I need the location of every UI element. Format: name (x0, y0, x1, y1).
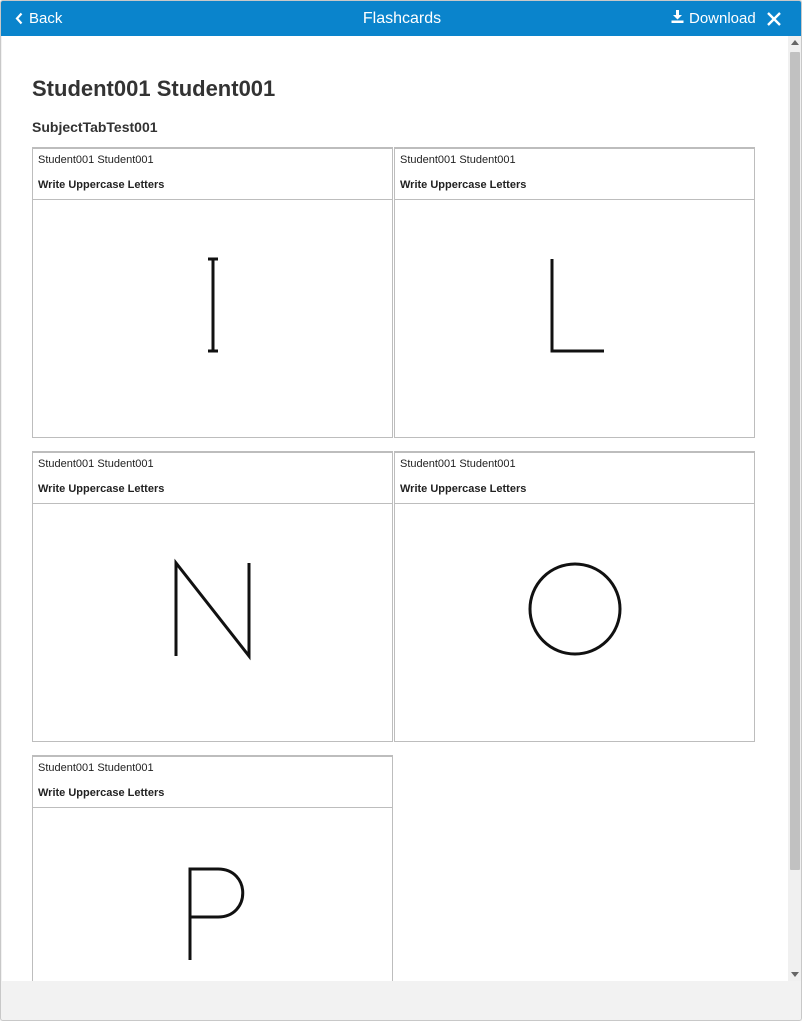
flashcard-letter-area (33, 808, 392, 981)
flashcard-task: Write Uppercase Letters (400, 483, 527, 495)
flashcard-letter-area (33, 200, 392, 437)
flashcard: Student001 Student001 Write Uppercase Le… (32, 755, 393, 981)
flashcard-student: Student001 Student001 (38, 154, 154, 166)
vertical-scrollbar[interactable] (788, 36, 801, 981)
student-name-heading: Student001 Student001 (32, 76, 276, 101)
download-label: Download (689, 10, 756, 27)
flashcard-student: Student001 Student001 (38, 458, 154, 470)
flashcard-header: Student001 Student001 Write Uppercase Le… (33, 757, 392, 808)
flashcard: Student001 Student001 Write Uppercase Le… (32, 451, 393, 742)
flashcard-letter-area (395, 504, 754, 741)
scroll-down-arrow-icon[interactable] (791, 972, 799, 977)
flashcard: Student001 Student001 Write Uppercase Le… (32, 147, 393, 438)
flashcard-letter-area (33, 504, 392, 741)
letter-p-drawing (188, 867, 245, 960)
top-bar: Back Flashcards Download (1, 1, 801, 36)
scroll-up-arrow-icon[interactable] (791, 40, 799, 45)
letter-l-drawing (550, 259, 604, 353)
flashcard-task: Write Uppercase Letters (38, 179, 165, 191)
flashcard-header: Student001 Student001 Write Uppercase Le… (395, 149, 754, 200)
letter-o-drawing (528, 562, 622, 656)
close-icon (767, 12, 781, 26)
flashcard-student: Student001 Student001 (38, 762, 154, 774)
subject-title: SubjectTabTest001 (32, 119, 158, 135)
flashcard-header: Student001 Student001 Write Uppercase Le… (395, 453, 754, 504)
back-button[interactable]: Back (15, 1, 62, 36)
footer-bar (2, 981, 801, 1020)
flashcards-content: Student001 Student001 SubjectTabTest001 … (2, 36, 788, 981)
flashcards-window: Back Flashcards Download Student001 Stud… (0, 0, 802, 1021)
flashcard-header: Student001 Student001 Write Uppercase Le… (33, 149, 392, 200)
back-label: Back (29, 10, 63, 27)
flashcard: Student001 Student001 Write Uppercase Le… (394, 147, 755, 438)
flashcard-letter-area (395, 200, 754, 437)
chevron-left-icon (15, 12, 23, 25)
scrollbar-thumb[interactable] (790, 52, 800, 870)
flashcard-task: Write Uppercase Letters (38, 787, 165, 799)
close-button[interactable] (765, 10, 783, 28)
download-icon (671, 10, 684, 27)
flashcard-student: Student001 Student001 (400, 458, 516, 470)
flashcard-student: Student001 Student001 (400, 154, 516, 166)
flashcard-task: Write Uppercase Letters (400, 179, 527, 191)
download-button[interactable]: Download (671, 1, 756, 36)
letter-n-drawing (174, 558, 251, 661)
letter-i-drawing (208, 257, 218, 353)
flashcard: Student001 Student001 Write Uppercase Le… (394, 451, 755, 742)
flashcard-task: Write Uppercase Letters (38, 483, 165, 495)
flashcard-header: Student001 Student001 Write Uppercase Le… (33, 453, 392, 504)
